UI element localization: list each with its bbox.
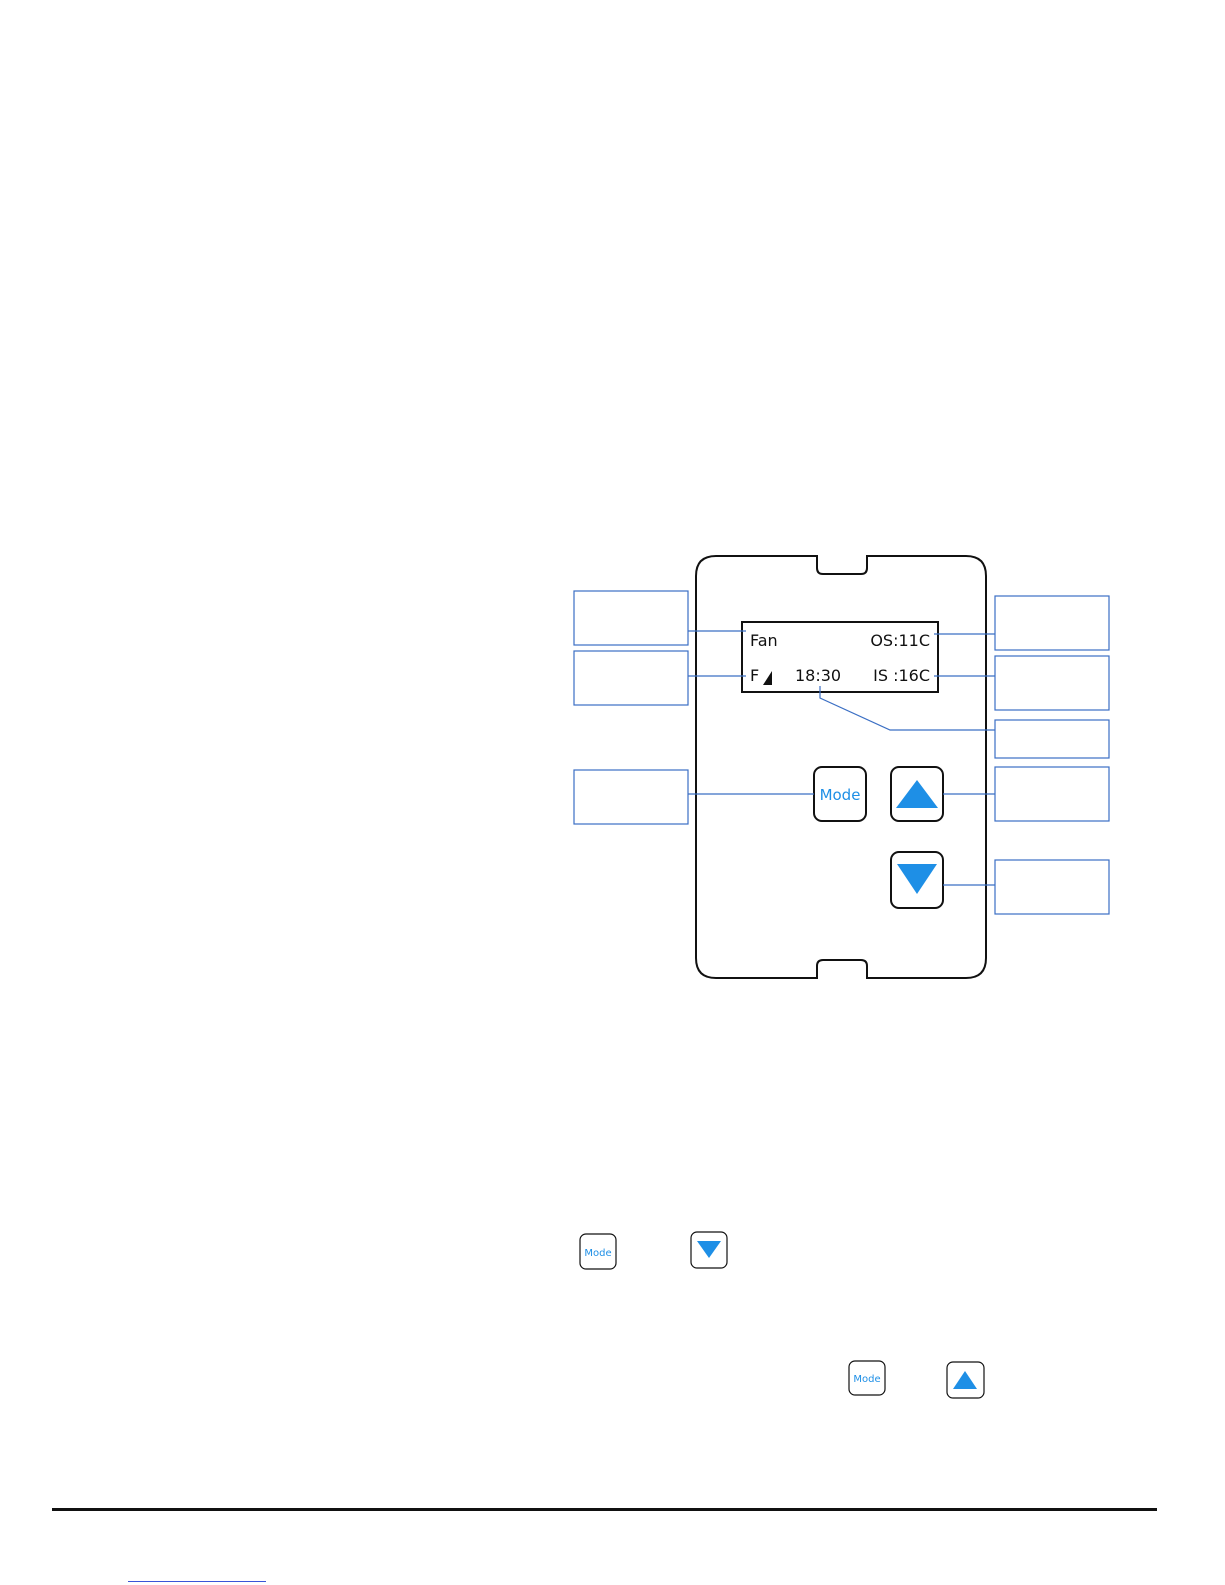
down-button[interactable] — [890, 851, 944, 909]
mode-button-label: Mode — [820, 786, 861, 804]
inline-mode-button-2: Mode — [848, 1360, 886, 1396]
mode-button[interactable]: Mode — [813, 766, 867, 822]
inline-up-button — [946, 1361, 985, 1399]
callout-box-mode-button — [573, 769, 689, 825]
up-button[interactable] — [890, 766, 944, 822]
callout-box-up-button — [994, 766, 1110, 822]
footer-rule — [52, 1508, 1157, 1511]
callout-box-outside-temp — [994, 595, 1110, 651]
lcd-mode-text: Fan — [750, 631, 778, 650]
callout-box-inside-temp — [994, 655, 1110, 711]
callout-box-down-button — [994, 859, 1110, 915]
inline-mode-label-2: Mode — [853, 1374, 880, 1385]
lcd-fan-text: F — [750, 666, 759, 685]
inline-mode-button-1: Mode — [579, 1233, 617, 1270]
inline-mode-label-1: Mode — [584, 1248, 611, 1259]
callout-box-fan-speed — [573, 650, 689, 706]
lcd-clock-text: 18:30 — [795, 666, 841, 685]
callout-box-mode-display — [573, 590, 689, 646]
callout-box-clock — [994, 719, 1110, 759]
lcd-inside-temp-text: IS :16C — [873, 666, 930, 685]
thermostat-diagram: Fan OS:11C F 18:30 IS :16C Mode Mode Mod… — [573, 555, 1110, 1399]
footer-link-underline[interactable] — [128, 1581, 266, 1582]
inline-down-button — [690, 1231, 728, 1269]
lcd-outside-temp-text: OS:11C — [870, 631, 930, 650]
